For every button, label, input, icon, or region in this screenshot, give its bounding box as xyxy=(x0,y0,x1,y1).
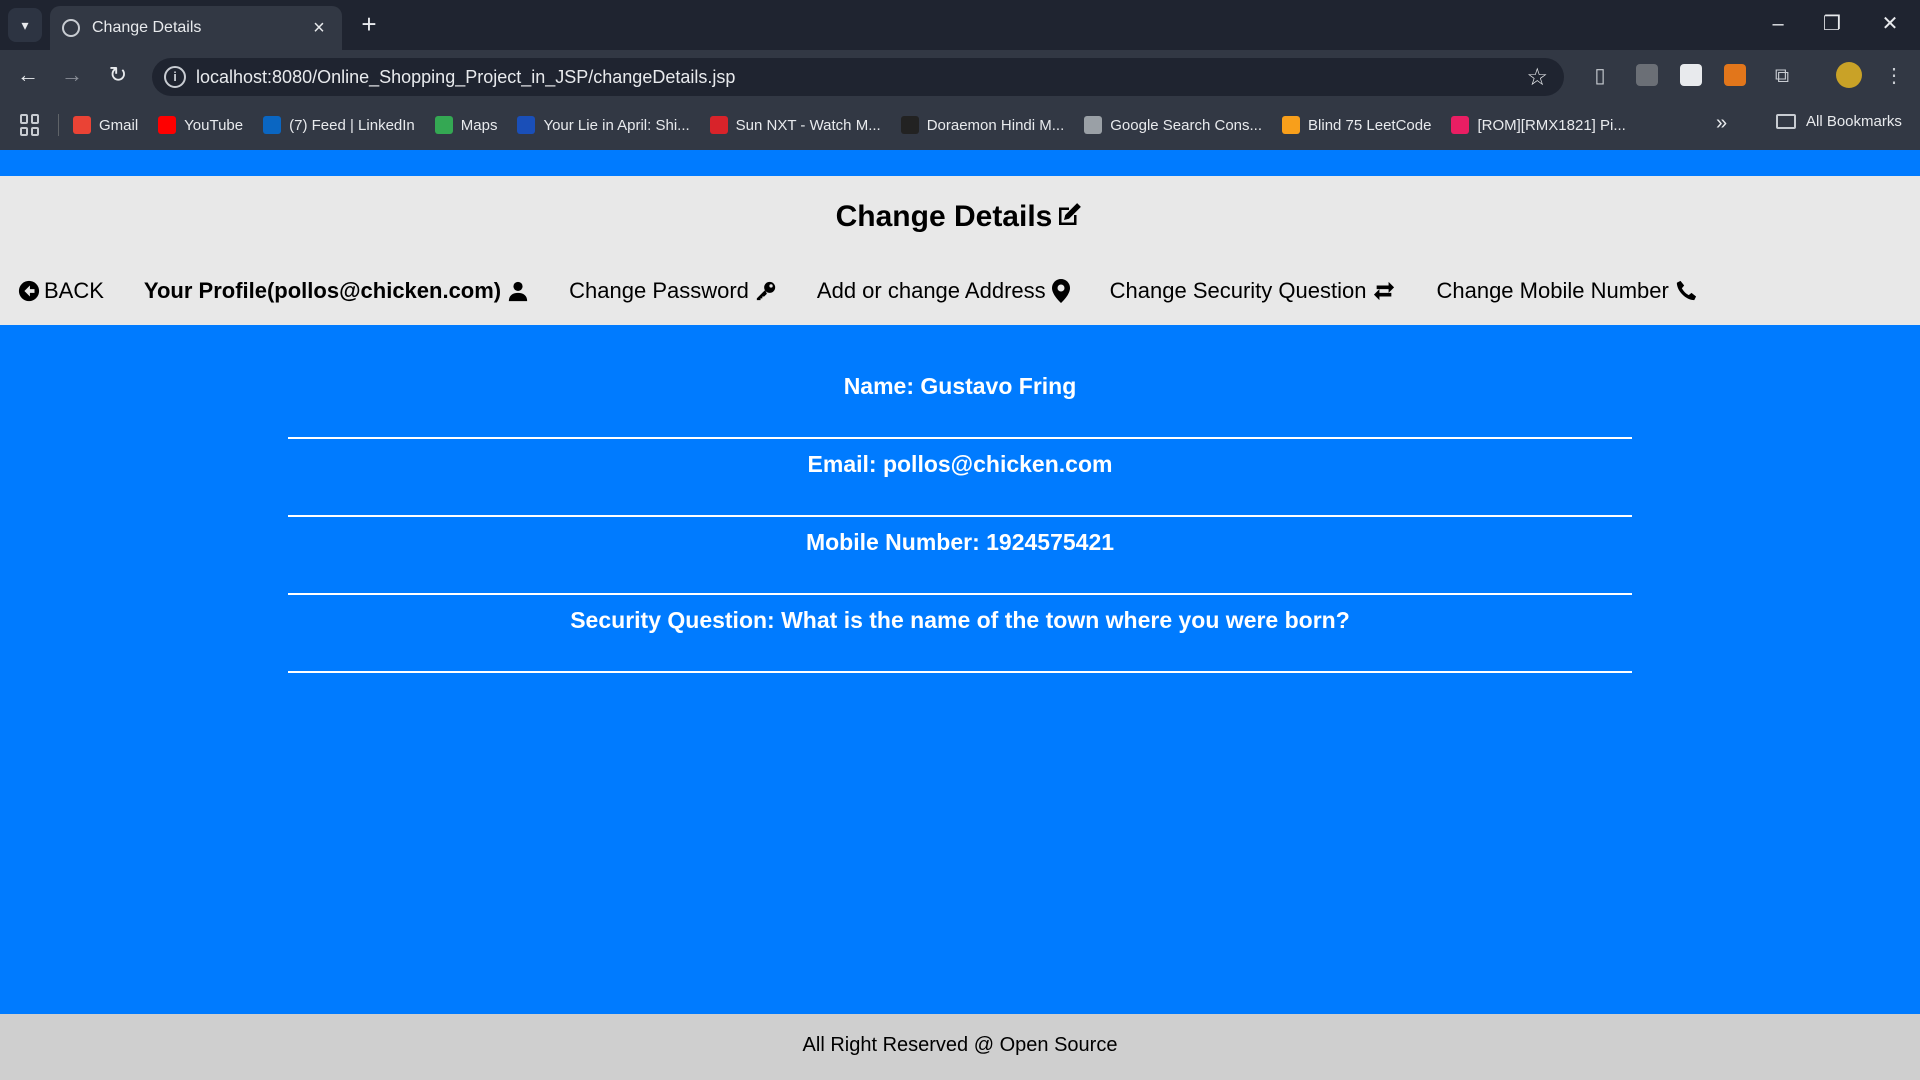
forward-arrow-icon[interactable]: → xyxy=(56,60,88,90)
phone-icon xyxy=(1676,280,1696,301)
tab-strip: ▾ Change Details × + – ❐ ✕ xyxy=(0,0,1920,50)
apps-grid-icon[interactable] xyxy=(20,114,42,136)
bookmark-item[interactable]: Sun NXT - Watch M... xyxy=(709,116,881,134)
bookmark-item[interactable]: (7) Feed | LinkedIn xyxy=(263,116,415,134)
close-window-button[interactable]: ✕ xyxy=(1870,6,1910,42)
address-bar[interactable]: i localhost:8080/Online_Shopping_Project… xyxy=(152,58,1564,96)
maps-icon xyxy=(434,116,453,134)
edit-icon xyxy=(1059,203,1082,225)
bookmark-label: Sun NXT - Watch M... xyxy=(735,116,881,134)
change-security-question-label: Change Security Question xyxy=(1109,278,1367,303)
profile-label: Your Profile(pollos@chicken.com) xyxy=(143,278,502,303)
key-icon xyxy=(756,281,776,301)
metamask-icon[interactable] xyxy=(1724,64,1746,86)
change-address-link[interactable]: Add or change Address xyxy=(817,278,1070,304)
youtube-icon xyxy=(158,116,177,134)
search-console-icon xyxy=(1084,116,1103,134)
sunnxt-icon xyxy=(709,116,728,134)
detail-name: Name: Gustavo Fring xyxy=(288,361,1632,439)
browser-toolbar: ← → ↻ i localhost:8080/Online_Shopping_P… xyxy=(0,50,1920,100)
change-mobile-number-label: Change Mobile Number xyxy=(1436,278,1669,303)
change-password-link[interactable]: Change Password xyxy=(569,278,777,304)
detail-mobile: Mobile Number: 1924575421 xyxy=(288,517,1632,595)
tab-title: Change Details xyxy=(92,19,202,36)
puzzle-icon[interactable]: ⧉ xyxy=(1768,62,1796,90)
bookmark-label: Blind 75 LeetCode xyxy=(1308,116,1432,134)
avatar[interactable] xyxy=(1836,62,1862,88)
bookmark-item[interactable]: Your Lie in April: Shi... xyxy=(517,116,690,134)
details-list: Name: Gustavo Fring Email: pollos@chicke… xyxy=(288,361,1632,673)
bookmark-item[interactable]: Blind 75 LeetCode xyxy=(1282,116,1431,134)
reload-icon[interactable]: ↻ xyxy=(102,60,134,90)
chevron-double-right-icon[interactable]: » xyxy=(1716,112,1727,135)
bookmark-item[interactable]: YouTube xyxy=(158,116,243,134)
bookmark-star-icon[interactable]: ☆ xyxy=(1526,63,1548,92)
arrow-circle-left-icon xyxy=(18,280,40,302)
close-tab-icon[interactable]: × xyxy=(308,17,330,40)
change-security-question-link[interactable]: Change Security Question xyxy=(1110,278,1397,304)
bookmark-label: Google Search Cons... xyxy=(1110,116,1263,134)
gmail-icon xyxy=(73,116,91,134)
details-nav: BACK Your Profile(pollos@chicken.com) Ch… xyxy=(18,278,1737,304)
bookmark-item[interactable]: Maps xyxy=(434,116,498,134)
bookmark-item[interactable]: Google Search Cons... xyxy=(1084,116,1262,134)
bookmark-label: YouTube xyxy=(184,116,244,134)
site-info-icon[interactable]: i xyxy=(164,66,186,88)
bookmark-item[interactable]: Gmail xyxy=(73,116,138,134)
extension-icon[interactable] xyxy=(1680,64,1702,86)
retweet-icon xyxy=(1374,281,1395,301)
leetcode-icon xyxy=(1282,116,1301,134)
bookmark-label: [ROM][RMX1821] Pi... xyxy=(1477,116,1626,134)
new-tab-button[interactable]: + xyxy=(354,10,384,40)
bookmark-label: Maps xyxy=(460,116,498,134)
bookmark-label: (7) Feed | LinkedIn xyxy=(289,116,415,134)
bookmark-item[interactable]: Doraemon Hindi M... xyxy=(900,116,1065,134)
back-label: BACK xyxy=(44,278,104,303)
page-footer: All Right Reserved @ Open Source xyxy=(0,1014,1920,1080)
user-icon xyxy=(508,281,528,302)
active-tab[interactable]: Change Details × xyxy=(50,6,342,50)
top-accent-bar xyxy=(0,150,1920,176)
site-icon xyxy=(517,116,536,134)
minimize-button[interactable]: – xyxy=(1758,6,1798,42)
profile-link[interactable]: Your Profile(pollos@chicken.com) xyxy=(144,278,529,304)
change-address-label: Add or change Address xyxy=(816,278,1046,303)
folder-icon xyxy=(1776,114,1796,129)
phone-icon[interactable]: ▯ xyxy=(1586,62,1614,90)
divider xyxy=(58,114,59,136)
xda-icon xyxy=(1451,116,1470,134)
site-icon xyxy=(900,116,919,134)
bookmarks-bar: Gmail YouTube (7) Feed | LinkedIn Maps Your … xyxy=(0,100,1920,150)
page-title: Change Details xyxy=(0,200,1920,234)
bookmark-label: Doraemon Hindi M... xyxy=(926,116,1065,134)
linkedin-icon xyxy=(263,116,282,134)
detail-email: Email: pollos@chicken.com xyxy=(288,439,1632,517)
back-arrow-icon[interactable]: ← xyxy=(12,60,44,90)
menu-dots-icon[interactable]: ⋮ xyxy=(1880,62,1908,90)
bookmark-label: Gmail xyxy=(99,116,139,134)
map-marker-icon xyxy=(1051,279,1070,303)
page-title-text: Change Details xyxy=(835,200,1053,233)
url-text[interactable]: localhost:8080/Online_Shopping_Project_i… xyxy=(196,67,735,88)
all-bookmarks-button[interactable]: All Bookmarks xyxy=(1776,113,1902,130)
extension-icon[interactable] xyxy=(1636,64,1658,86)
restore-button[interactable]: ❐ xyxy=(1812,6,1852,42)
change-password-label: Change Password xyxy=(569,278,749,303)
change-mobile-number-link[interactable]: Change Mobile Number xyxy=(1436,278,1696,304)
back-link[interactable]: BACK xyxy=(18,278,104,304)
bookmark-label: Your Lie in April: Shi... xyxy=(543,116,690,134)
tab-search-button[interactable]: ▾ xyxy=(8,8,42,42)
all-bookmarks-label: All Bookmarks xyxy=(1806,113,1902,130)
globe-icon xyxy=(62,19,80,37)
bookmark-item[interactable]: [ROM][RMX1821] Pi... xyxy=(1451,116,1626,134)
detail-security-question: Security Question: What is the name of t… xyxy=(288,595,1632,673)
